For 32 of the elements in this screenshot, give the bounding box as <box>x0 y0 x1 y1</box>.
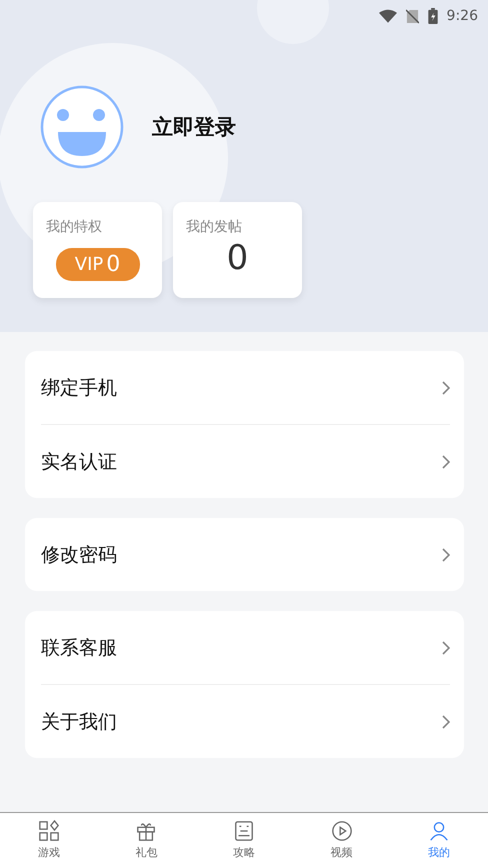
menu-item[interactable]: 实名认证 <box>41 448 117 474</box>
stat-card[interactable]: 我的特权 VIP 0 <box>33 202 162 298</box>
document-icon <box>232 820 255 842</box>
smiley-avatar-icon[interactable] <box>40 85 124 169</box>
tab-item[interactable]: 视频 <box>292 813 390 867</box>
tab-item[interactable]: 攻略 <box>195 813 293 867</box>
tab-item[interactable]: 礼包 <box>98 813 196 867</box>
stat-card[interactable]: 我的发帖 0 <box>173 202 302 298</box>
menu-item[interactable]: 修改密码 <box>41 542 117 568</box>
chevron-right-icon <box>442 548 450 562</box>
menu-item[interactable]: 绑定手机 <box>41 374 117 400</box>
chevron-right-icon <box>442 454 450 468</box>
stat-title: 我的特权 <box>46 218 102 236</box>
grid-icon <box>38 820 60 842</box>
post-count: 0 <box>226 238 248 278</box>
wifi-icon <box>378 8 397 24</box>
chevron-right-icon <box>442 380 450 394</box>
vip-label: VIP <box>74 254 104 275</box>
battery-icon <box>428 8 438 24</box>
status-time: 9:26 <box>446 8 478 24</box>
stat-title: 我的发帖 <box>186 218 242 236</box>
chevron-right-icon <box>442 640 450 654</box>
no-sim-icon <box>406 8 419 24</box>
menu-item[interactable]: 关于我们 <box>41 708 117 734</box>
play-icon <box>330 820 353 842</box>
chevron-right-icon <box>442 714 450 728</box>
login-link[interactable]: 立即登录 <box>152 113 236 141</box>
tab-item[interactable]: 游戏 <box>0 813 98 867</box>
menu-item[interactable]: 联系客服 <box>41 634 117 660</box>
person-icon <box>428 820 450 842</box>
tab-item[interactable]: 我的 <box>390 813 488 867</box>
vip-level: 0 <box>106 252 120 277</box>
